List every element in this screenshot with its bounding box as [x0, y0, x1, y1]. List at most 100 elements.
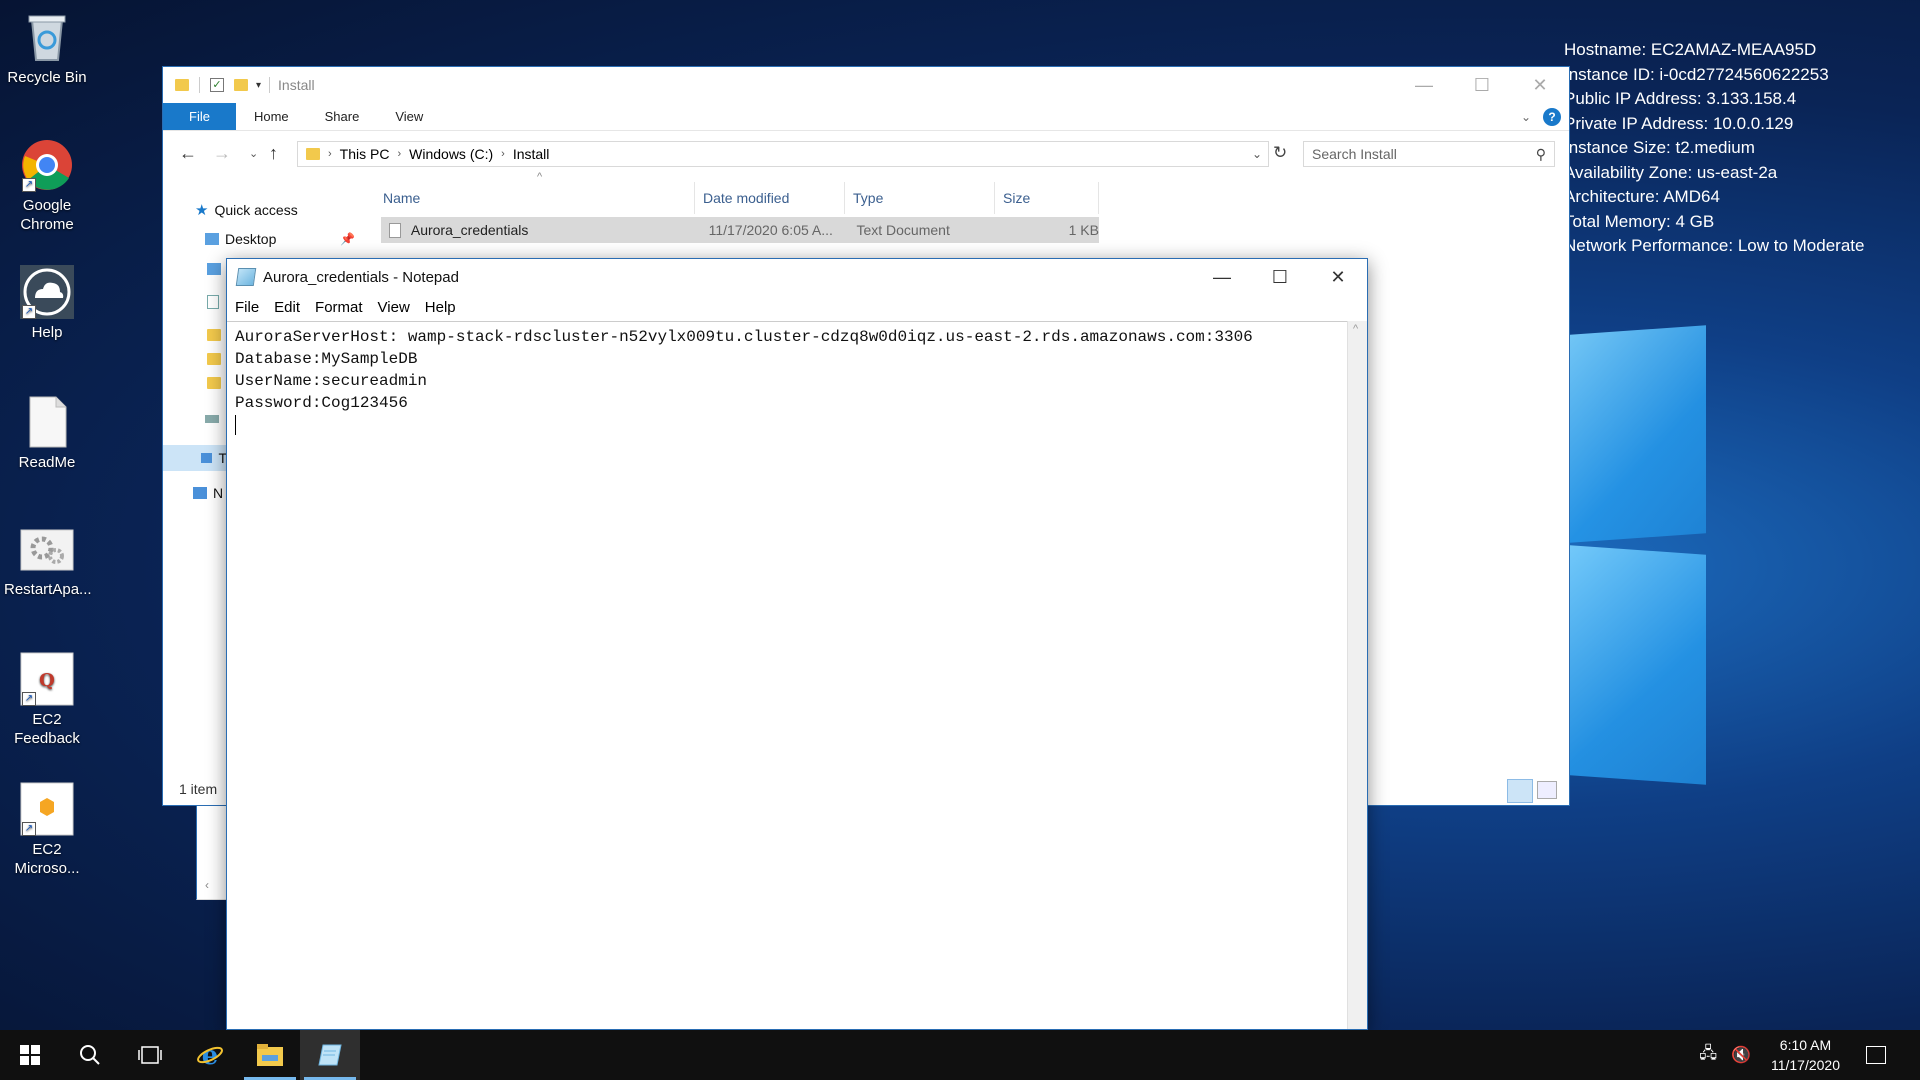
column-header-date-modified[interactable]: Date modified: [695, 182, 845, 214]
task-view-button[interactable]: [120, 1030, 180, 1080]
taskbar: e 🖧 🔇 6:10 AM 11/17/2020: [0, 1030, 1920, 1080]
recent-locations-dropdown-icon[interactable]: ⌄: [249, 147, 258, 160]
svg-text:Q: Q: [39, 670, 55, 691]
downloads-folder-icon[interactable]: [207, 263, 221, 275]
desktop-icon-readme[interactable]: ReadMe: [4, 395, 90, 472]
clock[interactable]: 6:10 AM 11/17/2020: [1771, 1035, 1840, 1075]
notepad-text-area[interactable]: AuroraServerHost: wamp-stack-rdscluster-…: [227, 321, 1347, 1029]
desktop-icon-recycle-bin[interactable]: Recycle Bin: [4, 10, 90, 87]
shortcut-arrow-icon: ↗: [22, 692, 36, 706]
properties-checkbox-icon[interactable]: ✓: [210, 78, 224, 92]
column-header-size[interactable]: Size: [995, 182, 1099, 214]
desktop: Recycle Bin ↗ Google Chrome ↗ Help ReadM…: [0, 0, 1920, 1030]
notepad-title: Aurora_credentials - Notepad: [263, 268, 459, 286]
back-arrow-icon[interactable]: ←: [179, 143, 197, 164]
folder-icon: [175, 79, 189, 91]
taskbar-internet-explorer[interactable]: e: [180, 1030, 240, 1080]
notepad-titlebar[interactable]: Aurora_credentials - Notepad — ☐ ✕: [227, 259, 1367, 295]
nav-label: N: [213, 485, 224, 501]
quick-access-toolbar-divider: [199, 77, 200, 93]
tab-home[interactable]: Home: [236, 103, 307, 130]
bginfo-line: Public IP Address: 3.133.158.4: [1564, 89, 1797, 108]
explorer-titlebar[interactable]: ✓ ▾ Install — ☐ ✕: [163, 67, 1569, 103]
ribbon-tabs: File Home Share View ⌄ ?: [163, 103, 1569, 131]
desktop-icon-label: ReadMe: [18, 454, 76, 471]
clock-date: 11/17/2020: [1770, 1057, 1840, 1073]
network-tray-icon[interactable]: 🖧: [1699, 1042, 1717, 1069]
action-center-icon[interactable]: [1866, 1046, 1886, 1064]
desktop-icon-help[interactable]: ↗ Help: [4, 265, 90, 342]
close-button[interactable]: ✕: [1511, 67, 1569, 103]
breadcrumb-separator-icon: ›: [501, 148, 505, 160]
file-row[interactable]: Aurora_credentials 11/17/2020 6:05 A... …: [381, 217, 1099, 243]
scroll-left-arrow-icon[interactable]: ‹: [205, 878, 209, 892]
minimize-button[interactable]: —: [1193, 259, 1251, 295]
menu-format[interactable]: Format: [315, 299, 363, 316]
folder-icon[interactable]: [207, 329, 221, 341]
address-dropdown-icon[interactable]: ⌄: [1252, 147, 1262, 161]
help-icon[interactable]: ?: [1543, 108, 1561, 126]
folder-icon[interactable]: [207, 377, 221, 389]
bginfo-panel: Hostname: EC2AMAZ-MEAA95D Instance ID: i…: [1564, 38, 1864, 259]
menu-view[interactable]: View: [378, 299, 410, 316]
pin-icon[interactable]: 📌: [340, 232, 355, 246]
close-button[interactable]: ✕: [1309, 259, 1367, 295]
maximize-button[interactable]: ☐: [1251, 259, 1309, 295]
forward-arrow-icon[interactable]: →: [213, 143, 231, 164]
up-arrow-icon[interactable]: ↑: [269, 143, 278, 164]
large-icons-view-button[interactable]: [1537, 781, 1557, 799]
volume-muted-tray-icon[interactable]: 🔇: [1731, 1045, 1751, 1065]
folder-icon[interactable]: [207, 353, 221, 365]
desktop-icon-ec2-microsoft[interactable]: ↗ EC2 Microso...: [4, 782, 90, 878]
menu-file[interactable]: File: [235, 299, 259, 316]
search-input[interactable]: Search Install ⚲: [1303, 141, 1555, 167]
text-line: UserName:secureadmin: [235, 372, 428, 390]
start-button[interactable]: [0, 1030, 60, 1080]
expand-ribbon-icon[interactable]: ⌄: [1521, 103, 1531, 130]
menu-help[interactable]: Help: [425, 299, 456, 316]
nav-network[interactable]: N: [193, 485, 223, 501]
feedback-icon: Q ↗: [20, 652, 74, 706]
desktop-icon-label: EC2 Feedback: [14, 711, 80, 747]
windows-start-icon: [20, 1045, 40, 1065]
desktop-icon-ec2-feedback[interactable]: Q ↗ EC2 Feedback: [4, 652, 90, 748]
column-header-name[interactable]: Name: [375, 182, 695, 214]
tab-share[interactable]: Share: [307, 103, 378, 130]
breadcrumb-install[interactable]: Install: [513, 146, 550, 162]
address-bar[interactable]: › This PC › Windows (C:) › Install ⌄: [297, 141, 1269, 167]
refresh-icon[interactable]: ↻: [1273, 143, 1287, 163]
breadcrumb-windows-c[interactable]: Windows (C:): [409, 146, 493, 162]
help-cloud-icon: ↗: [20, 265, 74, 319]
search-icon: ⚲: [1535, 145, 1546, 162]
vertical-scrollbar[interactable]: ^: [1347, 321, 1367, 1029]
nav-label: Desktop: [225, 231, 277, 247]
customize-toolbar-dropdown-icon[interactable]: ▾: [256, 80, 261, 91]
computer-icon: [201, 453, 213, 463]
tab-view[interactable]: View: [377, 103, 441, 130]
tab-file[interactable]: File: [163, 103, 236, 130]
desktop-icon-restartapache[interactable]: RestartApa...: [4, 522, 92, 599]
windows-logo-pane: [1570, 325, 1706, 543]
column-header-type[interactable]: Type: [845, 182, 995, 214]
maximize-button[interactable]: ☐: [1453, 67, 1511, 103]
nav-this-pc[interactable]: T: [163, 445, 227, 471]
menu-edit[interactable]: Edit: [274, 299, 300, 316]
drive-icon[interactable]: [205, 415, 219, 423]
text-document-icon: [20, 395, 74, 449]
new-folder-icon[interactable]: [234, 79, 248, 91]
recycle-bin-icon: [20, 10, 74, 64]
documents-folder-icon[interactable]: [207, 295, 219, 309]
minimize-button[interactable]: —: [1395, 67, 1453, 103]
desktop-icon-google-chrome[interactable]: ↗ Google Chrome: [4, 138, 90, 234]
text-line: Password:Cog123456: [235, 394, 408, 412]
nav-desktop[interactable]: Desktop 📌: [205, 231, 355, 247]
nav-quick-access[interactable]: ★ Quick access: [195, 201, 298, 219]
text-caret: [235, 414, 236, 435]
taskbar-file-explorer[interactable]: [240, 1030, 300, 1080]
taskbar-notepad[interactable]: [300, 1030, 360, 1080]
breadcrumb-this-pc[interactable]: This PC: [340, 146, 390, 162]
scroll-up-arrow-icon[interactable]: ^: [1353, 323, 1358, 335]
notepad-window[interactable]: Aurora_credentials - Notepad — ☐ ✕ File …: [226, 258, 1368, 1030]
details-view-button[interactable]: [1507, 779, 1533, 803]
search-button[interactable]: [60, 1030, 120, 1080]
